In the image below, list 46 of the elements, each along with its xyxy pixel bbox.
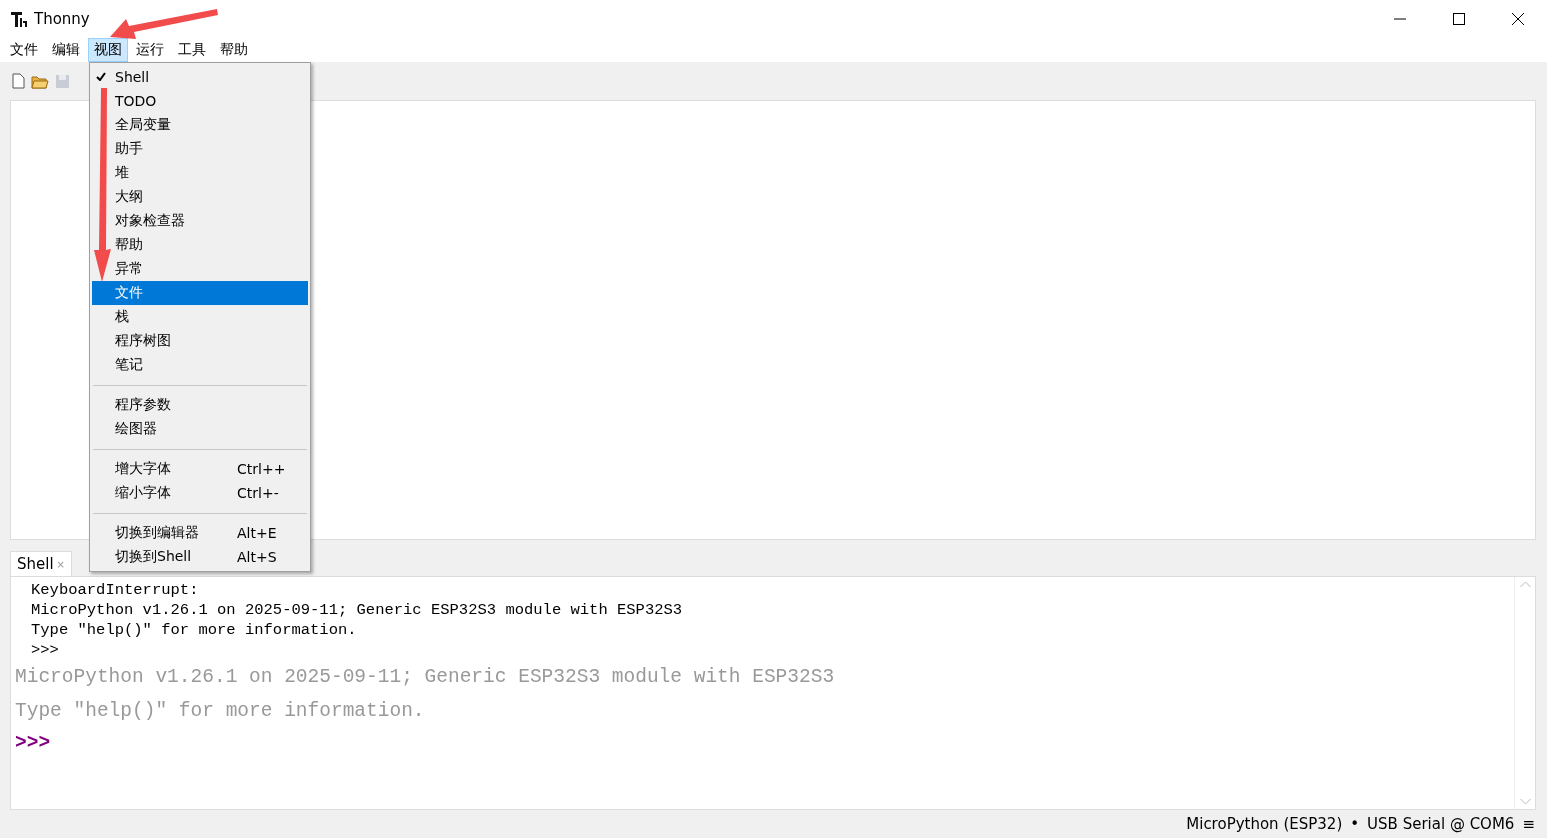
menu-entry[interactable]: 帮助 [92,233,308,257]
menu-entry[interactable]: 缩小字体 Ctrl+- [92,481,308,505]
status-separator: • [1350,815,1360,833]
menu-entry[interactable]: 笔记 [92,353,308,377]
menu-entry[interactable]: 切换到编辑器 Alt+E [92,521,308,545]
menu-item[interactable]: 视图 [88,38,128,62]
menu-entry[interactable]: 增大字体 Ctrl++ [92,457,308,481]
interpreter-label[interactable]: MicroPython (ESP32) [1186,815,1343,833]
scroll-down-icon[interactable] [1519,798,1531,805]
shell-line: >>> [30,640,60,660]
menu-item[interactable]: 文件 [4,38,44,62]
menu-entry[interactable]: 全局变量 [92,113,308,137]
scroll-up-icon[interactable] [1519,581,1531,588]
menu-entry[interactable]: TODO [92,89,308,113]
menu-entry[interactable]: 文件 [92,281,308,305]
shell-line: >>> [15,731,52,756]
menu-entry[interactable]: Shell [92,65,308,89]
window-title: Thonny [34,10,90,28]
shell-line: Type "help()" for more information. [30,620,358,640]
menu-item[interactable]: 运行 [130,38,170,62]
menu-entry[interactable]: 程序树图 [92,329,308,353]
open-folder-icon[interactable] [31,73,49,89]
maximize-icon [1452,13,1465,25]
menu-item[interactable]: 工具 [172,38,212,62]
menu-entry[interactable]: 栈 [92,305,308,329]
shell-tab[interactable]: Shell × [10,551,72,576]
app-logo-icon [10,10,28,28]
menu-entry[interactable]: 程序参数 [92,393,308,417]
new-file-icon[interactable] [12,73,25,89]
menu-entry[interactable]: 切换到Shell Alt+S [92,545,308,569]
menu-entry[interactable]: 助手 [92,137,308,161]
shell-line: Type "help()" for more information. [15,699,426,724]
menu-entry[interactable]: 大纲 [92,185,308,209]
shell-line: MicroPython v1.26.1 on 2025-09-11; Generic ESP32S3 module with ESP32S3 [15,665,836,690]
save-icon[interactable] [55,73,70,89]
menu-entry[interactable]: 绘图器 [92,417,308,441]
shell-line: MicroPython v1.26.1 on 2025-09-11; Generic ESP32S3 module with ESP32S3 [30,600,684,620]
status-menu-button[interactable]: ≡ [1522,815,1535,833]
menu-item[interactable]: 帮助 [214,38,254,62]
menu-item[interactable]: 编辑 [46,38,86,62]
shell-line: KeyboardInterrupt: [30,580,200,600]
close-icon [1511,13,1524,25]
menu-entry[interactable]: 堆 [92,161,308,185]
menu-entry[interactable]: 对象检查器 [92,209,308,233]
port-label[interactable]: USB Serial @ COM6 [1367,815,1515,833]
menu-entry[interactable]: 异常 [92,257,308,281]
